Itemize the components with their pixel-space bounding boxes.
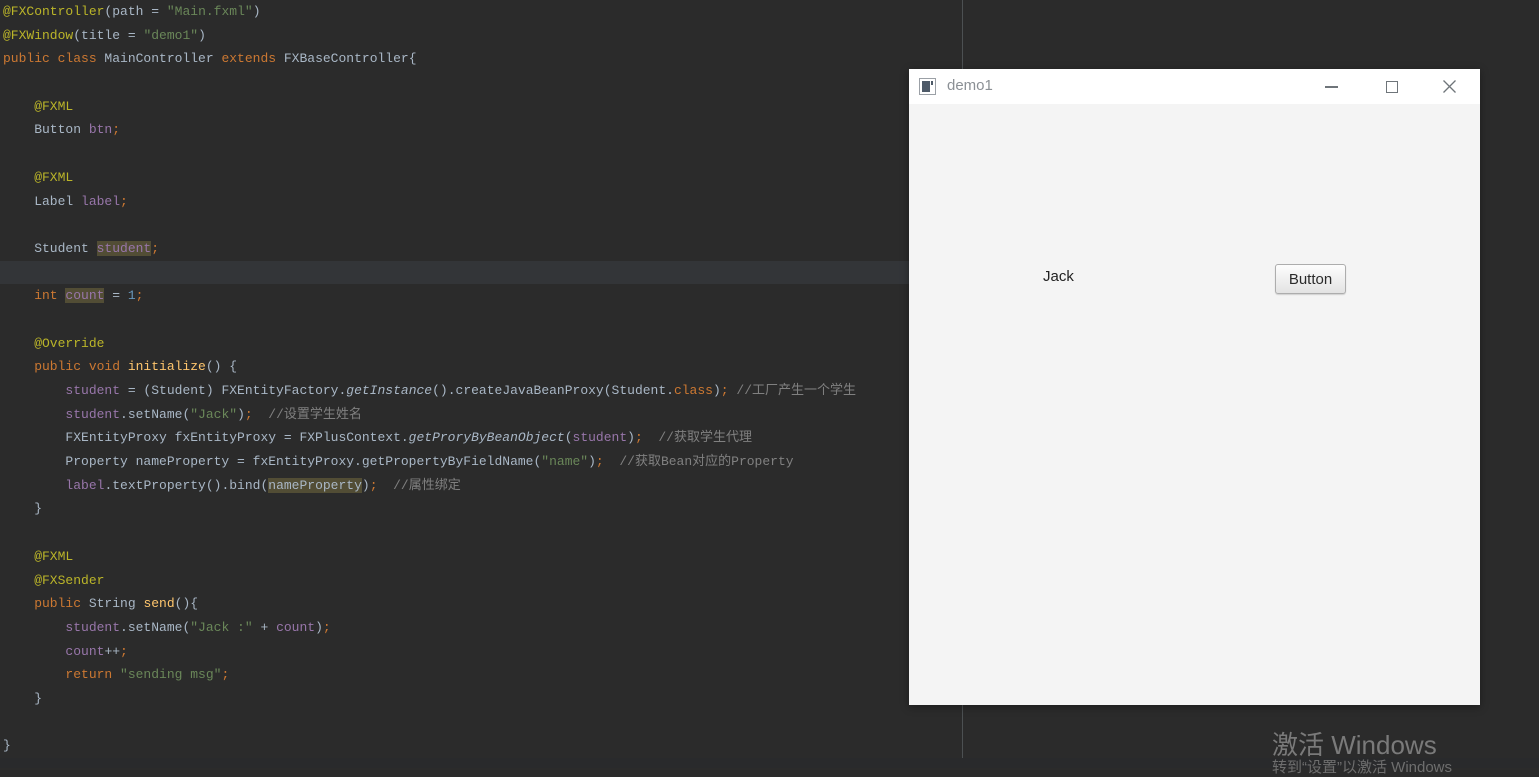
code-line: @FXML <box>0 545 962 569</box>
code-line: public String send(){ <box>0 592 962 616</box>
code-line: @FXML <box>0 166 962 190</box>
window-title: demo1 <box>947 77 993 94</box>
code-line: } <box>0 734 962 758</box>
code-line <box>0 521 962 545</box>
code-line: @FXSender <box>0 569 962 593</box>
close-icon <box>1442 79 1457 94</box>
code-line: Button btn; <box>0 118 962 142</box>
send-button[interactable]: Button <box>1275 264 1346 294</box>
code-line <box>0 711 962 735</box>
code-line: FXEntityProxy fxEntityProxy = FXPlusCont… <box>0 426 962 450</box>
code-line: Label label; <box>0 190 962 214</box>
code-line <box>0 213 962 237</box>
code-line: count++; <box>0 640 962 664</box>
code-line: student.setName("Jack :" + count); <box>0 616 962 640</box>
name-label: Jack <box>1043 268 1074 285</box>
code-line: @FXWindow(title = "demo1") <box>0 24 962 48</box>
activate-windows-hint: 转到“设置”以激活 Windows <box>1272 756 1452 777</box>
demo1-window: demo1 Jack Button <box>909 69 1480 705</box>
code-line: return "sending msg"; <box>0 663 962 687</box>
code-line: Property nameProperty = fxEntityProxy.ge… <box>0 450 962 474</box>
window-titlebar[interactable]: demo1 <box>909 69 1480 104</box>
minimize-button[interactable] <box>1315 69 1347 104</box>
code-line: public class MainController extends FXBa… <box>0 47 962 71</box>
code-line <box>0 71 962 95</box>
code-line: @Override <box>0 332 962 356</box>
code-line: @FXController(path = "Main.fxml") <box>0 0 962 24</box>
window-content: Jack Button <box>909 104 1480 705</box>
code-line: Student student; <box>0 237 962 261</box>
code-line: label.textProperty().bind(nameProperty);… <box>0 474 962 498</box>
code-editor[interactable]: @FXController(path = "Main.fxml")@FXWind… <box>0 0 962 758</box>
code-line: public void initialize() { <box>0 355 962 379</box>
maximize-button[interactable] <box>1376 69 1408 104</box>
code-line: } <box>0 497 962 521</box>
close-button[interactable] <box>1433 69 1465 104</box>
minimize-icon <box>1325 86 1338 88</box>
maximize-icon <box>1386 81 1398 93</box>
code-line <box>0 261 962 285</box>
code-line: } <box>0 687 962 711</box>
code-line: student = (Student) FXEntityFactory.getI… <box>0 379 962 403</box>
code-line: @FXML <box>0 95 962 119</box>
app-window-icon <box>919 78 936 95</box>
code-line <box>0 308 962 332</box>
code-line <box>0 142 962 166</box>
code-line: int count = 1; <box>0 284 962 308</box>
code-line: student.setName("Jack"); //设置学生姓名 <box>0 403 962 427</box>
